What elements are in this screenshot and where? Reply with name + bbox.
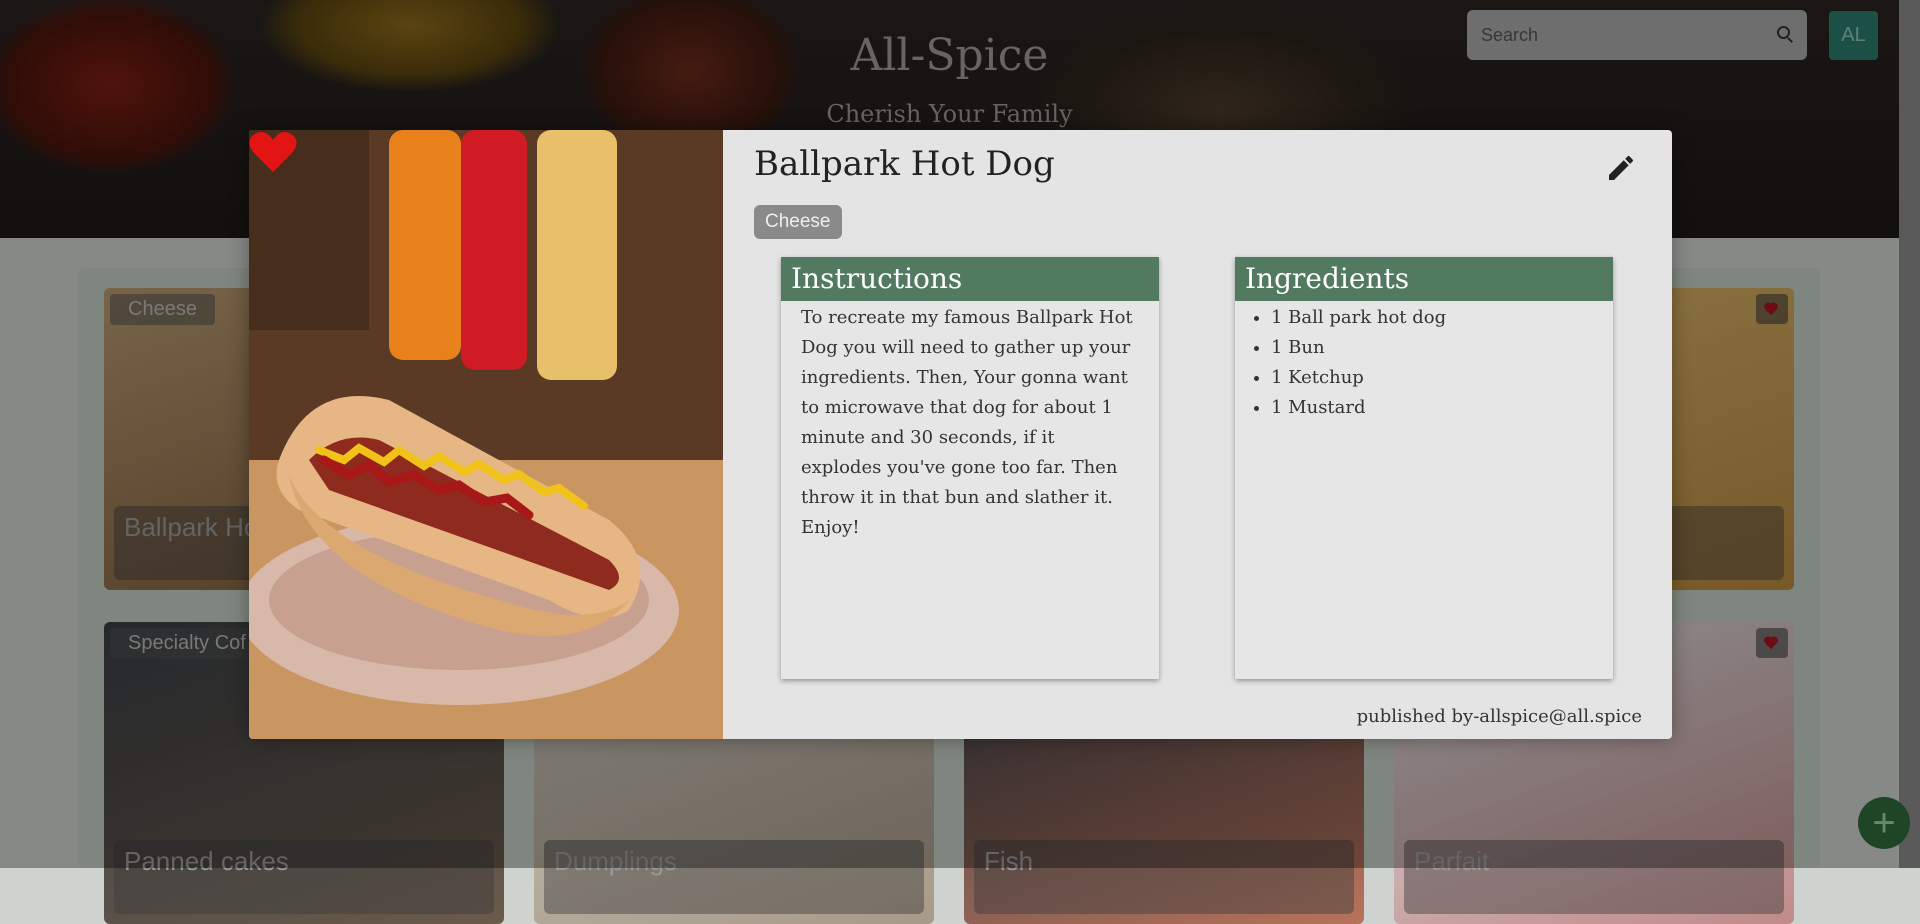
ingredient-item: 1 Bun <box>1271 333 1605 363</box>
published-by: published by-allspice@all.spice <box>1356 706 1642 727</box>
ingredient-item: 1 Ketchup <box>1271 363 1605 393</box>
category-tag: Cheese <box>754 205 842 239</box>
favorite-heart-icon[interactable] <box>249 130 297 174</box>
instructions-text: To recreate my famous Ballpark Hot Dog y… <box>801 307 1133 538</box>
ingredients-panel: Ingredients 1 Ball park hot dog 1 Bun 1 … <box>1235 257 1613 679</box>
edit-icon[interactable] <box>1605 152 1637 184</box>
hot-dog-illustration <box>249 130 723 739</box>
ingredients-list: 1 Ball park hot dog 1 Bun 1 Ketchup 1 Mu… <box>1243 303 1605 423</box>
ingredient-item: 1 Mustard <box>1271 393 1605 423</box>
recipe-title: Ballpark Hot Dog <box>754 144 1055 184</box>
recipe-modal: Ballpark Hot Dog Cheese Instructions To … <box>249 130 1672 739</box>
recipe-image <box>249 130 723 739</box>
instructions-heading: Instructions <box>781 257 1159 301</box>
instructions-panel: Instructions To recreate my famous Ballp… <box>781 257 1159 679</box>
ingredients-heading: Ingredients <box>1235 257 1613 301</box>
ingredient-item: 1 Ball park hot dog <box>1271 303 1605 333</box>
